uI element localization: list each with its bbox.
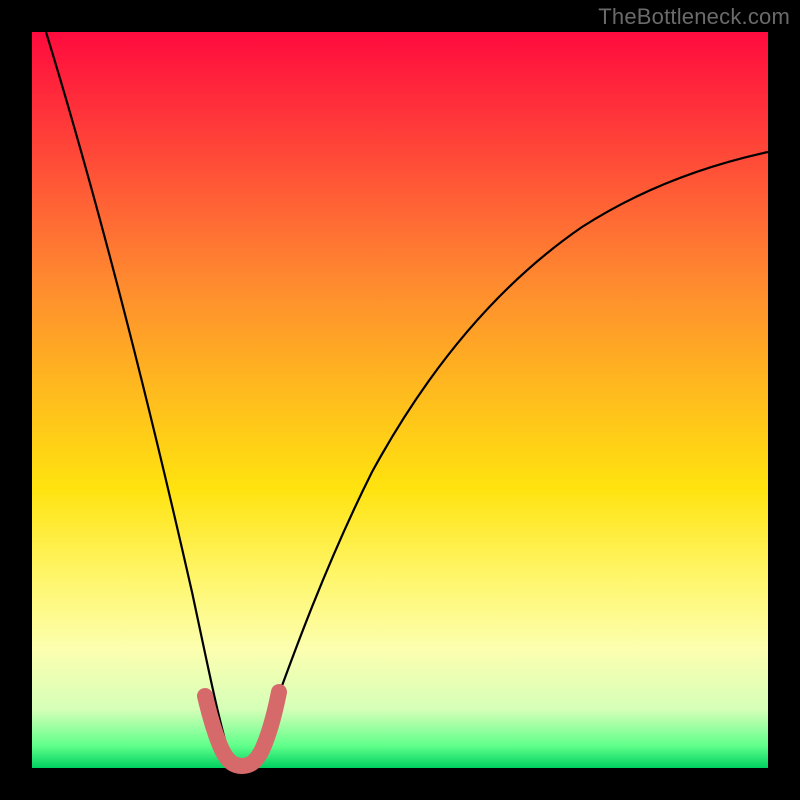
curve-layer [32,32,768,768]
watermark-text: TheBottleneck.com [598,4,790,30]
plot-area [32,32,768,768]
chart-frame: TheBottleneck.com [0,0,800,800]
main-curve [46,32,768,765]
